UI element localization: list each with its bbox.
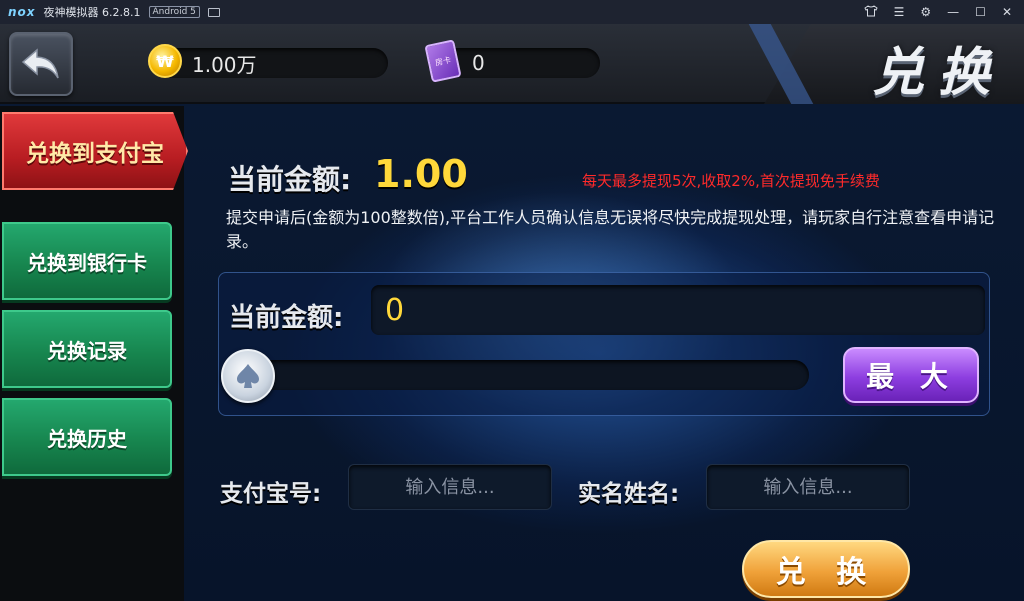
gold-amount: 1.00万 [192, 52, 257, 77]
amount-slider-track[interactable] [229, 360, 809, 390]
gear-icon[interactable]: ⚙ [920, 6, 931, 18]
emulator-title-bar: nox 夜神模拟器 6.2.8.1 Android 5 ☰ ⚙ — ☐ ✕ [0, 0, 1024, 24]
room-card-count: 0 [472, 51, 485, 75]
tab-exchange-record[interactable]: 兑换记录 [2, 310, 172, 388]
menu-icon[interactable]: ☰ [894, 6, 905, 18]
withdraw-description: 提交申请后(金额为100整数倍),平台工作人员确认信息无误将尽快完成提现处理，请… [226, 208, 995, 251]
max-button[interactable]: 最 大 [843, 347, 979, 403]
amount-display[interactable]: 0 [371, 285, 985, 335]
emulator-title: 夜神模拟器 6.2.8.1 [43, 6, 141, 19]
shirt-icon[interactable] [863, 5, 878, 19]
window-controls: ☰ ⚙ — ☐ ✕ [863, 5, 1012, 19]
amount-panel: 当前金额: 0 最 大 [218, 272, 990, 416]
tab-bank-card[interactable]: 兑换到银行卡 [2, 222, 172, 300]
current-amount-value: 1.00 [374, 152, 468, 196]
alipay-account-label: 支付宝号: [220, 481, 322, 507]
close-icon[interactable]: ✕ [1002, 6, 1012, 18]
room-card-icon: 房卡 [424, 39, 462, 83]
nox-logo: nox [8, 5, 36, 19]
tab-alipay[interactable]: 兑换到支付宝 [2, 112, 188, 190]
android-version-badge: Android 5 [148, 6, 200, 18]
exchange-tabs: 兑换到支付宝 兑换到银行卡 兑换记录 兑换历史 [0, 106, 188, 601]
back-arrow-icon [21, 48, 59, 79]
alipay-account-input[interactable] [348, 464, 552, 510]
real-name-input[interactable] [706, 464, 910, 510]
current-amount-label: 当前金额: [228, 163, 352, 196]
minimize-icon[interactable]: — [947, 6, 959, 18]
amount-label: 当前金额: [229, 303, 344, 333]
room-card-icon-text: 房卡 [434, 54, 452, 68]
page-title: 兑换 [871, 43, 1004, 103]
withdraw-notice: 每天最多提现5次,收取2%,首次提现免手续费 [582, 172, 880, 190]
amount-value: 0 [385, 292, 405, 328]
exchange-submit-button[interactable]: 兑 换 [742, 540, 910, 598]
maximize-icon[interactable]: ☐ [975, 6, 986, 18]
screen-icon[interactable] [207, 7, 220, 17]
amount-slider-knob[interactable] [221, 349, 275, 403]
back-button[interactable] [9, 32, 73, 96]
exchange-content: 当前金额: 1.00 每天最多提现5次,收取2%,首次提现免手续费 提交申请后(… [184, 106, 1024, 601]
tab-exchange-history[interactable]: 兑换历史 [2, 398, 172, 476]
gold-coin-icon: ₩ [148, 44, 182, 78]
real-name-label: 实名姓名: [578, 481, 680, 507]
spade-icon [237, 364, 259, 388]
game-screen: ₩ 1.00万 房卡 0 兑换 兑换到支付宝 兑换到银行卡 兑换记录 兑换历史 … [0, 24, 1024, 601]
top-header: ₩ 1.00万 房卡 0 兑换 [0, 24, 1024, 104]
gold-balance: ₩ 1.00万 [148, 44, 388, 78]
room-card-balance: 房卡 0 [424, 39, 600, 83]
